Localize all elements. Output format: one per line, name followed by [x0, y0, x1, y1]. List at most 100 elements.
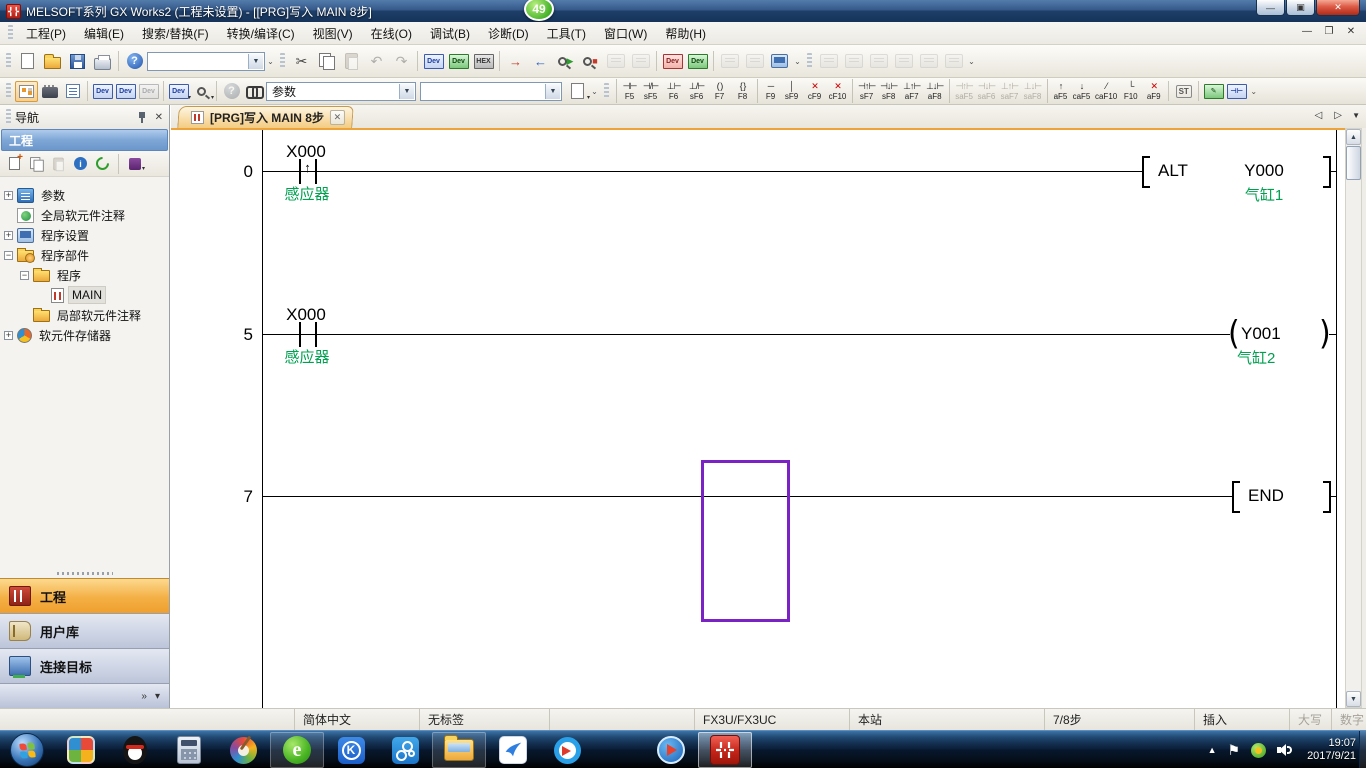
start-button[interactable]: [0, 732, 54, 768]
inline-st-button[interactable]: ST: [1172, 81, 1195, 102]
scan-time-button[interactable]: [916, 49, 941, 73]
ladder-symbol-button[interactable]: ↑aF5: [1047, 79, 1070, 103]
ladder-symbol-button[interactable]: ⊣↓⊢saF6: [975, 79, 998, 103]
copy-button[interactable]: [314, 49, 339, 73]
device-monitor-red-button[interactable]: Dev: [660, 49, 685, 73]
taskbar-k-app[interactable]: K: [324, 732, 378, 768]
taskbar-gx-works2[interactable]: [698, 732, 752, 768]
mdi-close-button[interactable]: ✕: [1344, 26, 1358, 37]
taskbar-qq-app[interactable]: [108, 732, 162, 768]
menu-item[interactable]: 转换/编译(C): [218, 22, 304, 45]
redo-button[interactable]: ↷: [389, 49, 414, 73]
tab-scroll-right-icon[interactable]: ▷: [1334, 110, 1342, 121]
user-library-view-button[interactable]: 用户库: [0, 613, 169, 648]
toolbar-overflow-button[interactable]: ⌄: [792, 57, 803, 66]
menu-item[interactable]: 视图(V): [304, 22, 362, 45]
chevron-down-icon[interactable]: ▾: [142, 165, 145, 172]
toolbar-overflow-button[interactable]: ⌄: [1248, 87, 1259, 96]
ladder-symbol-button[interactable]: ⊣/⊢sF5: [639, 79, 662, 103]
chevron-down-icon[interactable]: ▼: [248, 54, 263, 69]
tree-item-global-comment[interactable]: 全局软元件注释: [4, 205, 167, 225]
ladder-edit-cursor[interactable]: [701, 460, 790, 622]
show-desktop-button[interactable]: [1359, 731, 1366, 768]
watch-button[interactable]: [891, 49, 916, 73]
collapse-icon[interactable]: −: [4, 251, 13, 260]
toolbar-overflow-button[interactable]: ⌄: [589, 87, 600, 96]
toolbar-overflow-button[interactable]: ⌄: [966, 57, 977, 66]
scroll-up-icon[interactable]: ▲: [1346, 129, 1361, 145]
paste-button[interactable]: [339, 49, 364, 73]
tab-close-icon[interactable]: ✕: [330, 110, 345, 125]
pin-icon[interactable]: [137, 111, 147, 123]
device-search-combo-2[interactable]: ▼: [420, 82, 562, 101]
ladder-symbol-button[interactable]: ⊥⊢F6: [662, 79, 685, 103]
mdi-minimize-button[interactable]: —: [1300, 26, 1314, 37]
device-search-combo[interactable]: 参数▼: [266, 82, 416, 101]
paste-data-button[interactable]: [49, 154, 68, 173]
ladder-symbol-button[interactable]: ✕cF10: [826, 79, 849, 103]
expand-icon[interactable]: +: [4, 191, 13, 200]
ladder-symbol-button[interactable]: ↓caF5: [1070, 79, 1093, 103]
edit-mode-button[interactable]: ✎: [1202, 81, 1225, 102]
ladder-symbol-button[interactable]: ⊥↓⊢aF8: [923, 79, 946, 103]
statement-display-button[interactable]: [742, 49, 767, 73]
ladder-symbol-button[interactable]: ⊥↑⊢aF7: [900, 79, 923, 103]
ladder-document-tab[interactable]: [PRG]写入 MAIN 8步 ✕: [177, 106, 354, 128]
menu-item[interactable]: 窗口(W): [595, 22, 656, 45]
ladder-symbol-button[interactable]: ✕aF9: [1142, 79, 1165, 103]
scrollbar-thumb[interactable]: [1346, 146, 1361, 180]
monitor-resume-button[interactable]: [628, 49, 653, 73]
device-display-button[interactable]: Dev: [421, 49, 446, 73]
program-verify-button[interactable]: [841, 49, 866, 73]
project-view-button[interactable]: 工程: [0, 578, 169, 613]
ladder-symbol-button[interactable]: │sF9: [780, 79, 803, 103]
help-button-2[interactable]: ?: [220, 81, 243, 102]
comment-display-button[interactable]: [717, 49, 742, 73]
panel-grip[interactable]: [6, 109, 11, 125]
taskbar-green-browser-app[interactable]: e: [270, 732, 324, 768]
restore-button[interactable]: ▣: [1286, 0, 1315, 16]
undo-button[interactable]: ↶: [364, 49, 389, 73]
device-comment-button[interactable]: Dev: [91, 81, 114, 102]
mdi-restore-button[interactable]: ❐: [1322, 26, 1336, 37]
expand-icon[interactable]: +: [4, 331, 13, 340]
project-section-bar[interactable]: 工程: [1, 129, 168, 151]
chevron-down-icon[interactable]: ▾: [155, 691, 160, 702]
sampling-trace-button[interactable]: [866, 49, 891, 73]
navigation-window-toggle[interactable]: [15, 81, 38, 102]
taskbar-calculator-app[interactable]: [162, 732, 216, 768]
tree-item-program[interactable]: −程序: [4, 265, 167, 285]
security-shield-icon[interactable]: [1251, 743, 1266, 758]
chevron-down-icon[interactable]: ▾: [211, 94, 214, 101]
device-reference-button[interactable]: Dev: [137, 81, 160, 102]
ladder-symbol-button[interactable]: ⁄caF10: [1093, 79, 1119, 103]
tab-scroll-left-icon[interactable]: ◁: [1315, 110, 1323, 121]
tree-item-main[interactable]: MAIN: [4, 285, 167, 305]
menu-item[interactable]: 工具(T): [538, 22, 595, 45]
action-center-flag-icon[interactable]: ⚑: [1228, 742, 1241, 759]
copy-data-button[interactable]: [27, 154, 46, 173]
vertical-scrollbar[interactable]: ▲ ▼: [1345, 128, 1362, 708]
cut-button[interactable]: ✂: [289, 49, 314, 73]
monitor-pause-button[interactable]: [603, 49, 628, 73]
toolbar-grip[interactable]: [6, 53, 11, 69]
taskbar-rings-app[interactable]: [378, 732, 432, 768]
taskbar-pps-app[interactable]: [644, 732, 698, 768]
step-run-button[interactable]: [941, 49, 966, 73]
menu-item[interactable]: 调试(B): [421, 22, 479, 45]
ladder-symbol-button[interactable]: ✕cF9: [803, 79, 826, 103]
menu-item[interactable]: 诊断(D): [479, 22, 538, 45]
taskbar-colorful-clover-app[interactable]: [54, 732, 108, 768]
menu-item[interactable]: 搜索/替换(F): [133, 22, 218, 45]
data-property-button[interactable]: i: [71, 154, 90, 173]
ladder-symbol-button[interactable]: ─F9: [757, 79, 780, 103]
chevron-down-icon[interactable]: ▼: [399, 84, 414, 99]
monitor-stop-button[interactable]: ■: [578, 49, 603, 73]
scroll-down-icon[interactable]: ▼: [1346, 691, 1361, 707]
write-to-plc-button[interactable]: →: [503, 49, 528, 73]
ladder-symbol-button[interactable]: ⊣↓⊢sF8: [877, 79, 900, 103]
more-views-icon[interactable]: »: [141, 691, 147, 702]
ladder-symbol-button[interactable]: └F10: [1119, 79, 1142, 103]
expand-icon[interactable]: +: [4, 231, 13, 240]
open-project-button[interactable]: [40, 49, 65, 73]
